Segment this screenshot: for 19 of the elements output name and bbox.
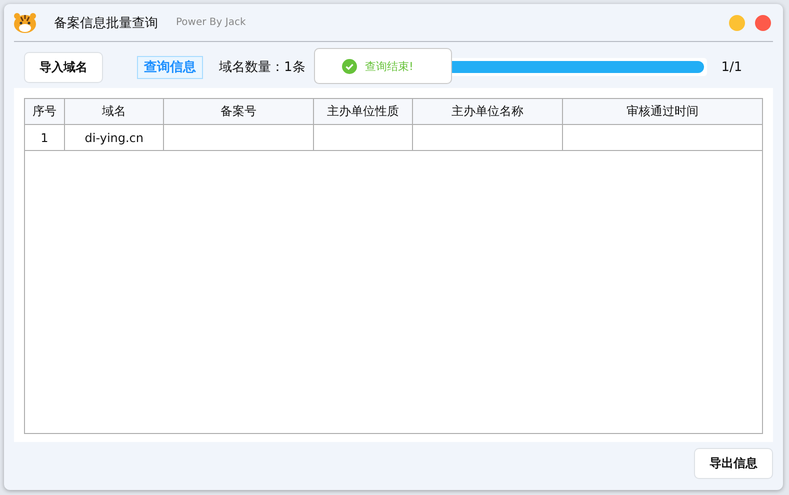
import-button[interactable]: 导入域名: [24, 52, 103, 82]
column-header: 主办单位性质: [314, 99, 414, 124]
window-subtitle: Power By Jack: [176, 17, 246, 28]
close-button[interactable]: [755, 14, 771, 30]
window-title: 备案信息批量查询: [54, 14, 158, 32]
table-cell: di-ying.cn: [64, 125, 164, 150]
toast-text: 查询结束!: [365, 58, 414, 74]
count-label: 域名数量：1条: [219, 59, 306, 76]
check-icon: [342, 58, 357, 74]
column-header: 域名: [64, 99, 164, 124]
column-header: 序号: [25, 99, 65, 124]
progress-text: 1/1: [721, 60, 742, 74]
export-button[interactable]: 导出信息: [694, 448, 773, 479]
column-header: 备案号: [164, 99, 314, 124]
column-header: 审核通过时间: [625, 103, 700, 120]
minimize-button[interactable]: [729, 14, 745, 30]
table-cell: 1: [25, 125, 65, 150]
column-header: 主办单位名称: [413, 99, 563, 124]
tiger-icon: [12, 12, 38, 34]
